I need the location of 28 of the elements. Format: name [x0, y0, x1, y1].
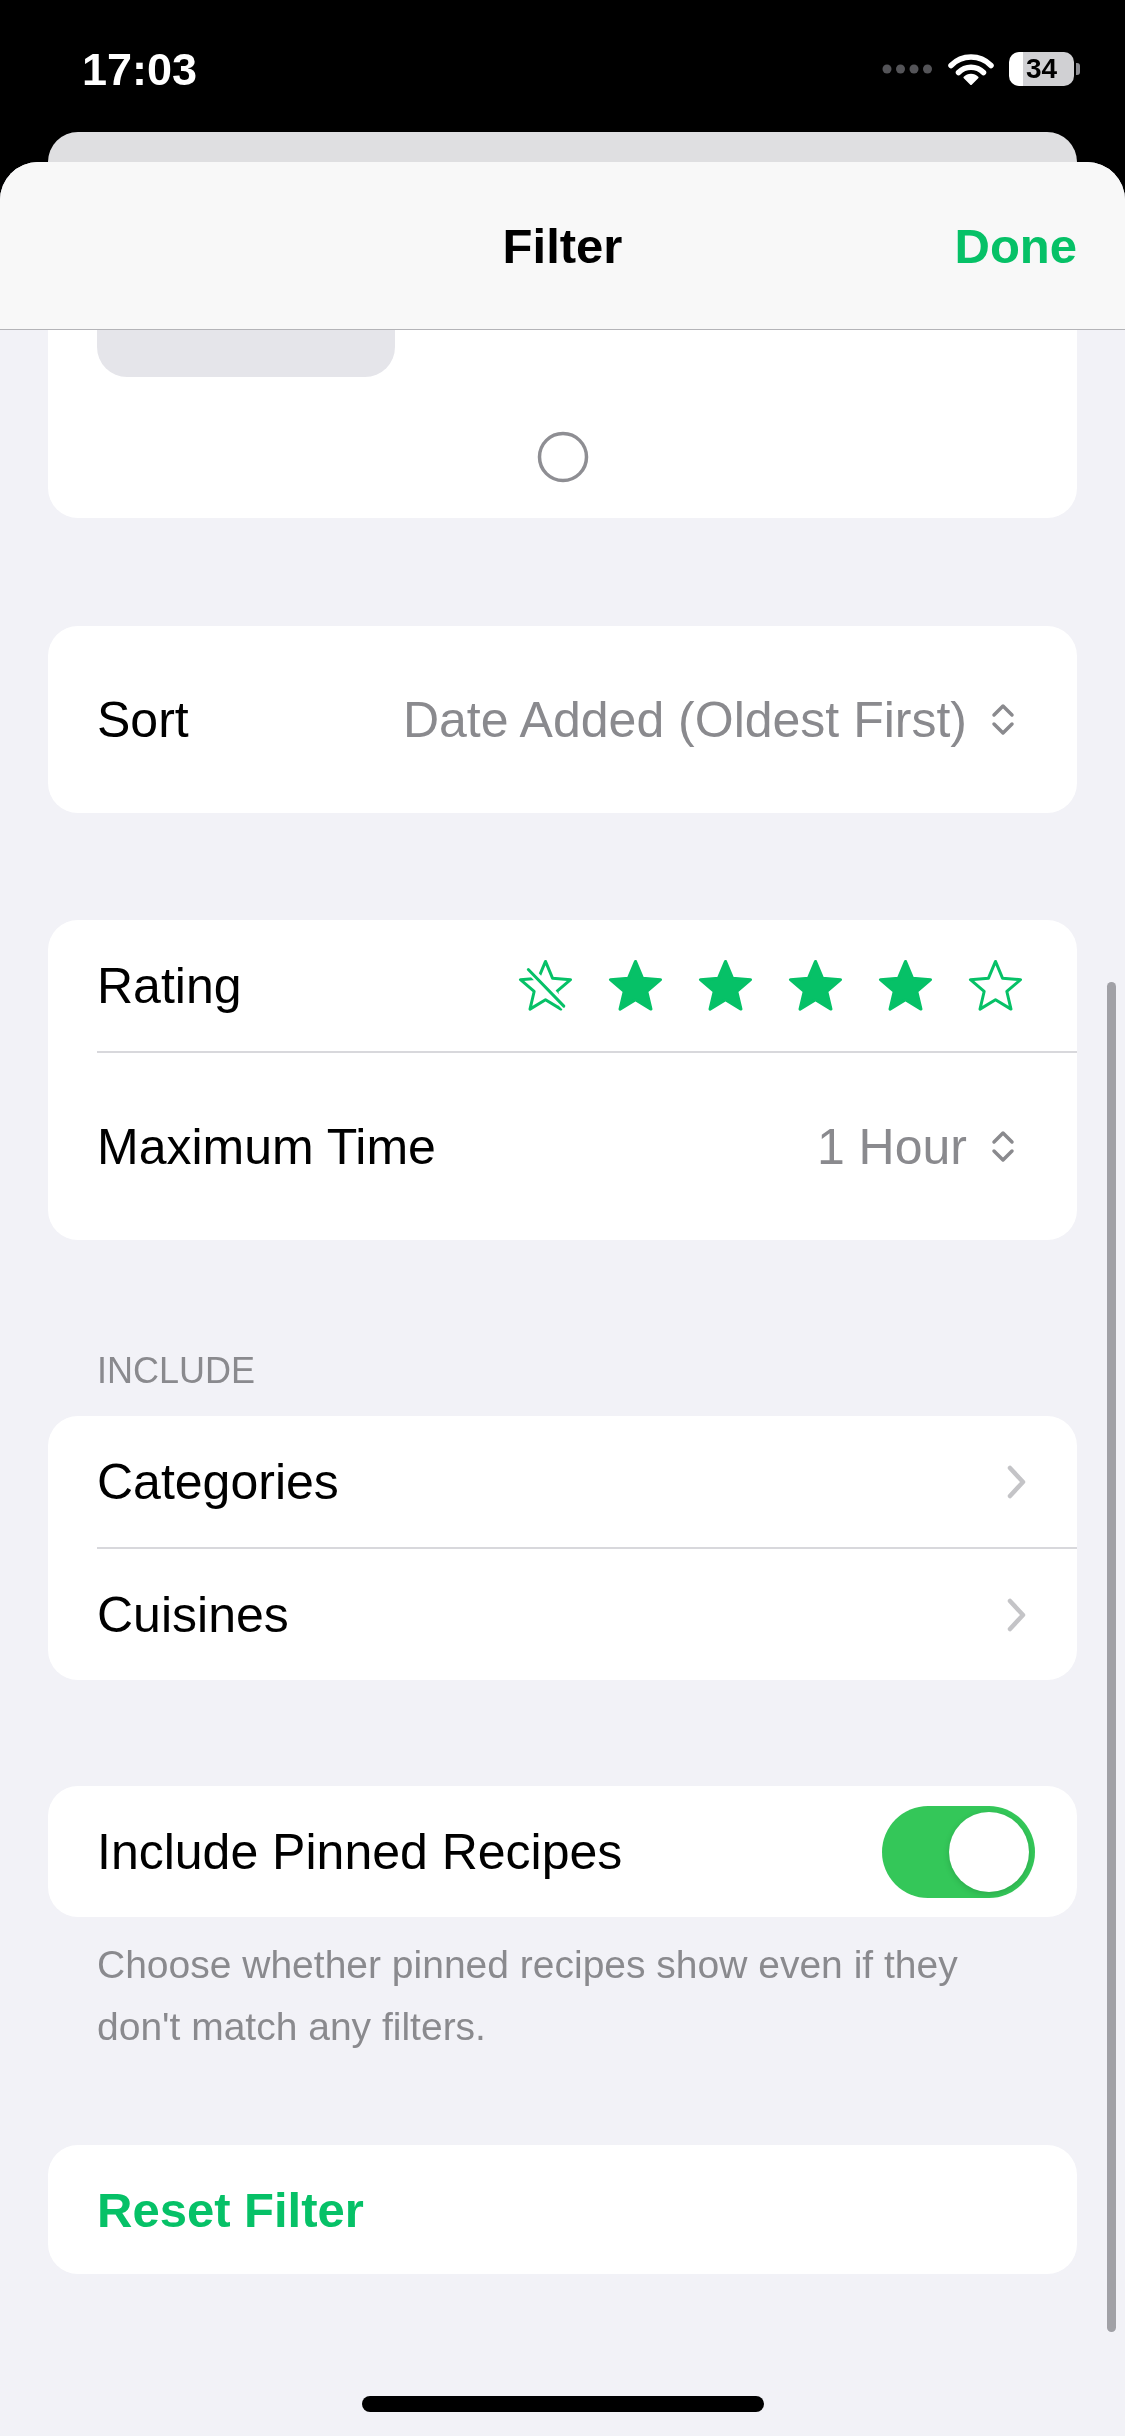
- filled-star-icon[interactable]: [698, 958, 753, 1013]
- signal-icon: [882, 64, 933, 74]
- sheet-title: Filter: [502, 217, 623, 274]
- footer-note: Choose whether pinned recipes show even if they don't match any filters.: [96, 1942, 959, 2050]
- navigation-list-item[interactable]: Categories: [48, 1416, 1077, 1547]
- wifi-icon: [948, 53, 994, 85]
- sort-label: Sort: [97, 690, 189, 749]
- up-down-chevron-icon: [990, 701, 1016, 738]
- maximum-time-label: Maximum Time: [97, 1117, 436, 1176]
- pinned-recipes-label: Include Pinned Recipes: [97, 1822, 623, 1881]
- time-picker[interactable]: 1 Hour: [816, 1117, 1016, 1176]
- star-slash-icon[interactable]: [518, 958, 573, 1013]
- up-down-chevron-icon: [990, 1128, 1016, 1165]
- chevron-right-icon: [1006, 1463, 1027, 1500]
- status-time: 17:03: [82, 46, 198, 92]
- empty-star-icon[interactable]: [968, 958, 1023, 1013]
- reset-filter-button[interactable]: Reset Filter: [48, 2145, 1077, 2274]
- done-button[interactable]: Done: [954, 217, 1077, 274]
- rating-label: Rating: [97, 956, 242, 1015]
- circle-icon: [536, 431, 589, 483]
- filled-star-icon[interactable]: [788, 958, 843, 1013]
- sort-picker[interactable]: Date Added (Oldest First): [402, 690, 1016, 749]
- navigation-list-item[interactable]: Cuisines: [48, 1549, 1077, 1680]
- filled-star-icon[interactable]: [878, 958, 933, 1013]
- chevron-right-icon: [1006, 1596, 1027, 1633]
- section-header: INCLUDE: [96, 1349, 257, 1393]
- filled-star-icon[interactable]: [608, 958, 663, 1013]
- battery-indicator: 34: [1009, 52, 1080, 86]
